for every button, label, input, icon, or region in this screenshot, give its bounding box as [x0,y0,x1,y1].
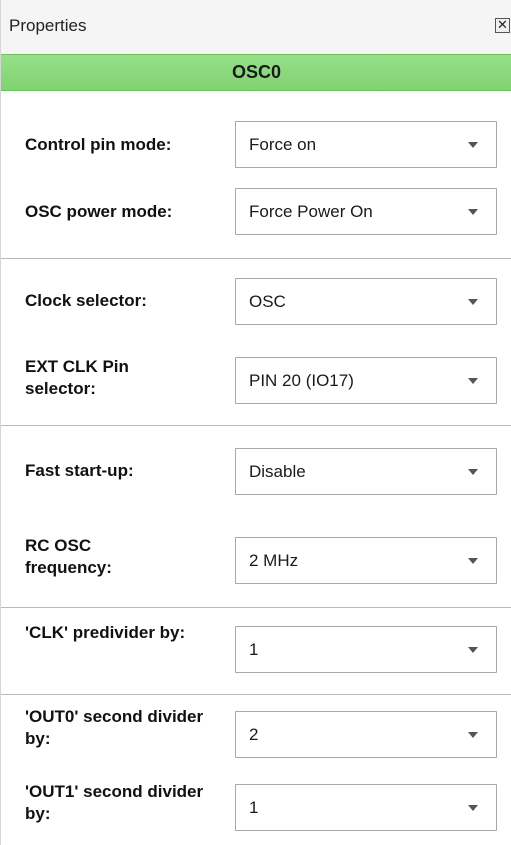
chevron-down-icon [468,142,478,148]
properties-panel: Properties ✕ OSC0 Control pin mode: Forc… [0,0,511,845]
dropdown-value: Disable [249,462,306,481]
clock-selector-dropdown[interactable]: OSC [235,278,497,325]
dropdown-value: Force on [249,135,317,154]
chevron-down-icon [468,378,478,384]
dropdown-value: Force Power On [249,202,373,221]
chevron-down-icon [468,299,478,305]
out1-second-divider-label: 'OUT1' second divider by: [25,782,204,823]
section-divider [1,258,511,259]
section-divider [1,607,511,608]
section-divider [1,694,511,695]
panel-title: Properties [9,16,87,35]
rc-osc-frequency-label: RC OSC frequency: [25,536,112,577]
chevron-down-icon [468,647,478,653]
dropdown-value: 1 [249,798,259,817]
chevron-down-icon [468,732,478,738]
control-pin-mode-dropdown[interactable]: Force on [235,121,497,168]
dropdown-value: PIN 20 (IO17) [249,371,354,390]
fast-startup-dropdown[interactable]: Disable [235,448,497,495]
out0-second-divider-label: 'OUT0' second divider by: [25,707,204,748]
rc-osc-frequency-dropdown[interactable]: 2 MHz [235,537,497,584]
dropdown-value: 2 MHz [249,551,299,570]
section-header: OSC0 [1,54,511,91]
chevron-down-icon [468,805,478,811]
dropdown-value: OSC [249,292,286,311]
panel-titlebar: Properties ✕ [1,0,511,54]
dropdown-value: 2 [249,725,259,744]
out1-second-divider-dropdown[interactable]: 1 [235,784,497,831]
clk-predivider-label: 'CLK' predivider by: [25,623,186,642]
dropdown-value: 1 [249,640,259,659]
close-icon[interactable]: ✕ [495,18,510,33]
out0-second-divider-dropdown[interactable]: 2 [235,711,497,758]
osc-power-mode-label: OSC power mode: [25,202,173,221]
control-pin-mode-label: Control pin mode: [25,135,172,154]
fast-startup-label: Fast start-up: [25,461,134,480]
clk-predivider-dropdown[interactable]: 1 [235,626,497,673]
ext-clk-pin-selector-dropdown[interactable]: PIN 20 (IO17) [235,357,497,404]
section-divider [1,425,511,426]
chevron-down-icon [468,558,478,564]
osc-power-mode-dropdown[interactable]: Force Power On [235,188,497,235]
chevron-down-icon [468,209,478,215]
chevron-down-icon [468,469,478,475]
clock-selector-label: Clock selector: [25,291,147,310]
ext-clk-pin-selector-label: EXT CLK Pin selector: [25,357,129,398]
